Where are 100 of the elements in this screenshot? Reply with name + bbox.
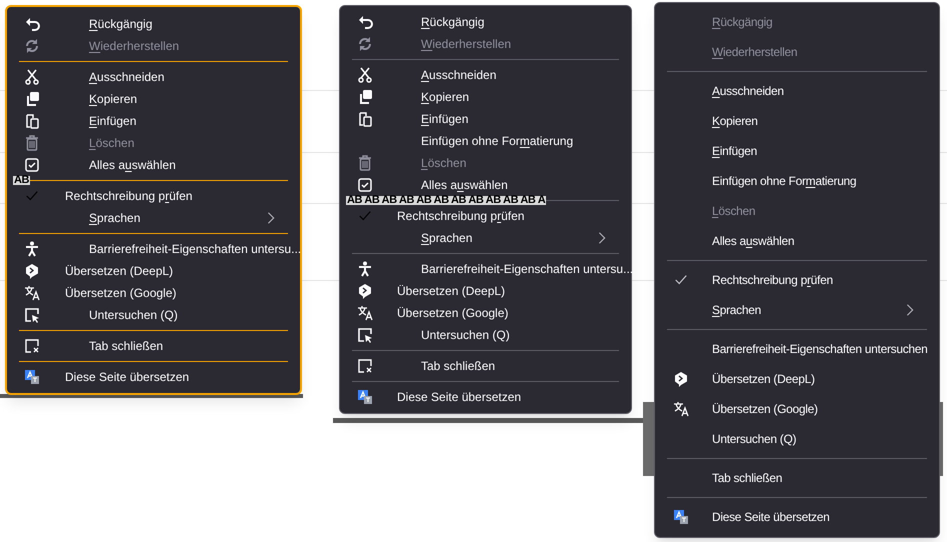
menu-item[interactable]: Alles auswählen <box>655 226 939 256</box>
menu-item-label: Löschen <box>89 135 134 152</box>
submenu-item[interactable]: Sprachen <box>7 207 300 229</box>
undo-icon <box>24 16 40 32</box>
trash-icon <box>24 135 40 151</box>
menu-item-label: Übersetzen (Google) <box>712 401 818 418</box>
menu-item[interactable]: Einfügen <box>340 108 631 130</box>
menu-item[interactable]: Alles auswählen <box>340 174 631 196</box>
menu-item-label: Sprachen <box>89 210 140 227</box>
menu-item[interactable]: Diese Seite übersetzen <box>655 502 939 532</box>
menu-item-label: Alles auswählen <box>89 157 176 174</box>
menu-item[interactable]: Einfügen ohne Formatierung <box>655 166 939 196</box>
speech-bubble-icon <box>673 371 689 387</box>
menu-item[interactable]: Diese Seite übersetzen <box>7 366 300 388</box>
spellcheck-icon-text: AB AB AB AB AB AB AB AB AB AB AB A <box>346 196 546 205</box>
person-icon <box>24 241 40 257</box>
menu-item-label: Einfügen <box>89 113 136 130</box>
tab-close-icon <box>24 338 40 354</box>
menu-item[interactable]: Übersetzen (DeepL) <box>7 260 300 282</box>
scissors-icon <box>24 69 40 85</box>
menu-item-label: Alles auswählen <box>421 177 508 194</box>
menu-item-label: Rechtschreibung prüfen <box>712 272 833 289</box>
menu-item-label: Kopieren <box>712 113 758 130</box>
menu-item[interactable]: Einfügen <box>655 136 939 166</box>
menu-item-label: Tab schließen <box>712 470 782 487</box>
menu-item[interactable]: Einfügen ohne Formatierung <box>340 130 631 152</box>
menu-item[interactable]: Untersuchen (Q) <box>7 304 300 326</box>
menu-item[interactable]: Diese Seite übersetzen <box>340 386 631 408</box>
spellcheck-icon-text: AB <box>13 176 30 185</box>
menu-item[interactable]: Untersuchen (Q) <box>340 324 631 346</box>
menu-item[interactable]: Tab schließen <box>7 335 300 357</box>
menu-item-label: Sprachen <box>421 230 472 247</box>
menu-item-label: Untersuchen (Q) <box>89 307 178 324</box>
menu-item[interactable]: Ausschneiden <box>655 76 939 106</box>
scissors-icon <box>357 67 373 83</box>
menu-item-label: Einfügen ohne Formatierung <box>712 173 856 190</box>
menu-item-label: Wiederherstellen <box>89 38 180 55</box>
menu-item[interactable]: Rechtschreibung prüfen <box>655 265 939 295</box>
menu-item-label: Übersetzen (Google) <box>397 305 508 322</box>
menu-item[interactable]: Tab schließen <box>655 463 939 493</box>
menu-item[interactable]: Übersetzen (Google) <box>340 302 631 324</box>
menu-item[interactable]: Barrierefreiheit-Eigenschaften untersuchen <box>655 334 939 364</box>
menu-item[interactable]: Übersetzen (DeepL) <box>655 364 939 394</box>
menu-item-label: Diese Seite übersetzen <box>712 509 830 526</box>
select-all-icon <box>357 177 373 193</box>
menu-item[interactable]: Alles auswählen <box>7 154 300 176</box>
speech-bubble-icon <box>24 263 40 279</box>
select-all-icon <box>24 157 40 173</box>
menu-item[interactable]: Übersetzen (Google) <box>7 282 300 304</box>
menu-item[interactable]: Ausschneiden <box>340 64 631 86</box>
menu-item-label: Übersetzen (DeepL) <box>712 371 815 388</box>
menu-item[interactable]: Untersuchen (Q) <box>655 424 939 454</box>
menu-item[interactable]: Übersetzen (DeepL) <box>340 280 631 302</box>
menu-item[interactable]: Kopieren <box>655 106 939 136</box>
submenu-item[interactable]: Sprachen <box>340 227 631 249</box>
menu-item-label: Übersetzen (DeepL) <box>397 283 506 300</box>
paste-icon <box>24 113 40 129</box>
menu-item-label: Einfügen ohne Formatierung <box>421 133 574 150</box>
menu-item-label: Ausschneiden <box>89 69 164 86</box>
menu-item[interactable]: Barrierefreiheit-Eigenschaften untersu... <box>340 258 631 280</box>
menu-item-label: Kopieren <box>421 89 470 106</box>
translate-icon <box>357 305 373 321</box>
translate-icon <box>24 285 40 301</box>
menu-item[interactable]: Barrierefreiheit-Eigenschaften untersu... <box>7 238 300 260</box>
menu-item-label: Rückgängig <box>712 14 772 31</box>
menu-item-label: Sprachen <box>712 302 761 319</box>
undo-icon <box>357 14 373 30</box>
menu-item[interactable]: Übersetzen (Google) <box>655 394 939 424</box>
menu-item[interactable]: Ausschneiden <box>7 66 300 88</box>
menu-item-label: Kopieren <box>89 91 138 108</box>
person-icon <box>357 261 373 277</box>
menu-item[interactable]: Kopieren <box>7 88 300 110</box>
menu-item-label: Rückgängig <box>89 16 152 33</box>
menu-item-label: Rückgängig <box>421 14 484 31</box>
menu-item-label: Barrierefreiheit-Eigenschaften untersuchen <box>712 341 928 358</box>
menu-item[interactable]: Einfügen <box>7 110 300 132</box>
refresh-icon <box>357 36 373 52</box>
copy-icon <box>357 89 373 105</box>
translate-page-icon <box>673 509 689 525</box>
menu-item-label: Löschen <box>712 203 756 220</box>
menu-item-label: Alles auswählen <box>712 233 794 250</box>
menu-item-label: Rechtschreibung prüfen <box>397 208 524 225</box>
menu-item[interactable]: Kopieren <box>340 86 631 108</box>
speech-bubble-icon <box>357 283 373 299</box>
translate-page-icon <box>357 389 373 405</box>
submenu-item[interactable]: Sprachen <box>655 295 939 325</box>
menu-item-label: Untersuchen (Q) <box>712 431 796 448</box>
menu-item-label: Einfügen <box>421 111 468 128</box>
menu-item-label: Diese Seite übersetzen <box>397 389 522 406</box>
copy-icon <box>24 91 40 107</box>
translate-page-icon <box>24 369 40 385</box>
menu-item[interactable]: Rechtschreibung prüfen <box>340 205 631 227</box>
menu-item[interactable]: Rückgängig <box>340 11 631 33</box>
menu-item-label: Tab schließen <box>421 358 496 375</box>
cursor-box-icon <box>357 327 373 343</box>
paste-icon <box>357 111 373 127</box>
menu-item-label: Wiederherstellen <box>712 44 798 61</box>
menu-item[interactable]: Tab schließen <box>340 355 631 377</box>
menu-item[interactable]: Rechtschreibung prüfen <box>7 185 300 207</box>
menu-item[interactable]: Rückgängig <box>7 13 300 35</box>
